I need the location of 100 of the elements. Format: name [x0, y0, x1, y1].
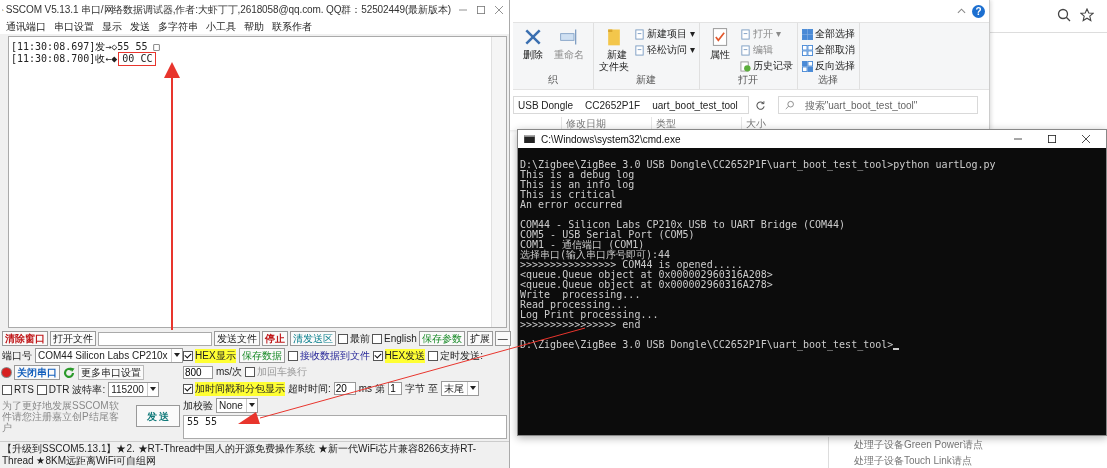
receive-line: [11:30:08.700]收←◆ [11, 53, 118, 65]
ribbon-button[interactable]: 新建项目 ▾ [634, 27, 695, 41]
ribbon-button[interactable]: 全部取消 [801, 43, 855, 57]
console-line: 选择串口(输入串口序号即可):44 [520, 250, 671, 260]
console-line: Read processing... [520, 300, 629, 310]
grid-full-icon [801, 28, 813, 40]
console-line: >>>>>>>>>>>>>>>> COM44 is opened..... [520, 260, 743, 270]
search-field[interactable]: 搜索"uart_boot_test_tool" [778, 96, 978, 114]
menu-item[interactable]: 显示 [102, 20, 122, 34]
port-select[interactable]: COM44 Silicon Labs CP210x [35, 348, 183, 363]
console-line: COM1 - 通信端口 (COM1) [520, 240, 645, 250]
text-cursor [893, 347, 900, 350]
stop-button[interactable]: 停止 [262, 331, 288, 346]
save-data-button[interactable]: 保存数据 [238, 348, 285, 363]
search-icon[interactable] [1057, 8, 1071, 22]
checkbox-option[interactable]: 接收数据到文件 [287, 348, 370, 363]
file-path-field[interactable] [98, 331, 212, 346]
timeout-label: 超时时间: [288, 381, 331, 396]
menu-item[interactable]: 串口设置 [54, 20, 94, 34]
menu-item[interactable]: 通讯端口 [6, 20, 46, 34]
collapse-button[interactable]: — [494, 331, 511, 346]
checkbox-option[interactable]: DTR [36, 384, 70, 395]
close-port-button[interactable]: 关闭串口 [14, 365, 60, 380]
ribbon-button[interactable]: 全部选择 [801, 27, 855, 41]
refresh-icon[interactable] [755, 99, 766, 111]
close-icon[interactable] [1082, 135, 1090, 143]
grid-empty-icon [801, 44, 813, 56]
document-icon [739, 44, 751, 56]
ribbon-button[interactable]: 属性 [703, 25, 736, 73]
maximize-icon[interactable] [1048, 135, 1056, 143]
breadcrumb[interactable]: uart_boot_test_tool [652, 99, 738, 111]
ribbon-group-label: 选择 [818, 73, 839, 87]
minimize-icon[interactable] [459, 6, 467, 14]
ribbon-button[interactable]: 新建文件夹 [598, 25, 630, 73]
console-line: >>>>>>>>>>>>>>>> end [520, 320, 641, 330]
status-text: 【升级到SSCOM5.13.1】★2. ★RT-Thread中国人的开源免费操作系统 ★新一代WiFi芯片兼容8266支持RT-Thread ★8KM远距离WiFi可自组网 [2, 443, 477, 466]
ribbon-button[interactable]: 轻松访问 ▾ [634, 43, 695, 57]
chevron-up-icon[interactable] [957, 8, 966, 14]
breadcrumb[interactable]: CC2652P1F [585, 99, 641, 111]
console-line: This is critical [520, 190, 617, 200]
byte-label: 字节 至 [405, 381, 438, 396]
checkbox-option[interactable]: RTS [2, 384, 34, 395]
history-icon [739, 60, 751, 72]
cross-icon [523, 27, 543, 47]
menu-item[interactable]: 小工具 [206, 20, 236, 34]
star-icon[interactable] [1080, 8, 1094, 22]
ribbon-group-label: 织 [548, 73, 558, 87]
clear-window-button[interactable]: 清除窗口 [2, 331, 48, 346]
clear-send-button[interactable]: 清发送区 [290, 331, 336, 346]
document-icon [634, 28, 645, 40]
console-line: This is a debug log [520, 170, 635, 180]
menu-item[interactable]: 多字符串 [158, 20, 198, 34]
end-select[interactable]: 末尾 [440, 381, 479, 396]
refresh-icon[interactable] [63, 366, 75, 379]
receive-line: [11:30:08.697]发→◇55 55 □ [11, 41, 160, 53]
ribbon-button[interactable]: 历史记录 [739, 59, 793, 73]
ribbon-button[interactable]: 反向选择 [801, 59, 855, 73]
send-file-button[interactable]: 发送文件 [214, 331, 260, 346]
baud-select[interactable]: 115200 [108, 382, 159, 397]
more-settings-button[interactable]: 更多串口设置 [78, 365, 144, 380]
menu-item[interactable]: 帮助 [244, 20, 264, 34]
help-button[interactable]: ? [972, 4, 985, 18]
console-line: Write processing... [520, 290, 641, 300]
send-text: 55 55 [186, 416, 218, 427]
console-line: An error occurred [520, 200, 623, 210]
console-line: <queue.Queue object at 0x000002960316A278> [520, 280, 773, 290]
save-params-button[interactable]: 保存参数 [418, 331, 465, 346]
list-entry[interactable]: 处理子设备Touch Link请点 [854, 454, 983, 468]
console-line: COM44 - Silicon Labs CP210x USB to UART Bridge (COM44) [520, 220, 846, 230]
window-title: SSCOM V5.13.1 串口/网络数据调试器,作者:大虾丁丁,2618058@qq.com. QQ群：52502449(最新版本) [5, 3, 451, 17]
menu-item[interactable]: 发送 [130, 20, 150, 34]
byte-field[interactable]: 1 [388, 382, 403, 395]
search-icon [785, 100, 795, 110]
timeout-field[interactable]: 20 [333, 382, 356, 395]
console-line: Log Print processing... [520, 310, 659, 320]
ribbon-group-label: 新建 [636, 73, 657, 87]
minimize-icon[interactable] [1014, 135, 1022, 143]
menu-item[interactable]: 联系作者 [272, 20, 312, 34]
scrollbar[interactable] [491, 37, 506, 327]
ribbon-button[interactable]: 删除 [517, 25, 549, 73]
send-text-area[interactable]: 55 55 [183, 415, 507, 439]
address-bar[interactable]: USB Dongle CC2652P1F uart_boot_test_tool [513, 96, 749, 114]
console-line: D:\Zigbee\ZigBee 3.0 USB Dongle\CC2652P1F\uart_boot_test_tool>python uartLog.py [520, 160, 996, 170]
grid-half-icon [801, 60, 813, 72]
open-file-button[interactable]: 打开文件 [50, 331, 96, 346]
checkbox-option[interactable]: 定时发送: [428, 348, 483, 363]
console-line: D:\Zigbee\ZigBee 3.0 USB Dongle\CC2652P1F\uart_boot_test_tool> [520, 340, 894, 350]
window-title: C:\Windows\system32\cmd.exe [541, 133, 681, 145]
checkbox-option[interactable]: English [372, 333, 417, 344]
document-icon [634, 44, 645, 56]
expand-button[interactable]: 扩展 [466, 331, 493, 346]
checksum-label: 加校验 [183, 398, 213, 413]
list-entry[interactable]: 处理子设备Green Power请点 [854, 438, 983, 452]
console-line: This is an info log [520, 180, 635, 190]
breadcrumb[interactable]: USB Dongle [518, 99, 574, 111]
console-line: COM5 - USB Serial Port (COM5) [520, 230, 695, 240]
send-button[interactable]: 发 送 [136, 405, 180, 427]
checksum-select[interactable]: None [216, 398, 258, 413]
checkbox-option[interactable]: 最前 [338, 331, 370, 346]
interval-field[interactable]: 800 [183, 365, 213, 379]
